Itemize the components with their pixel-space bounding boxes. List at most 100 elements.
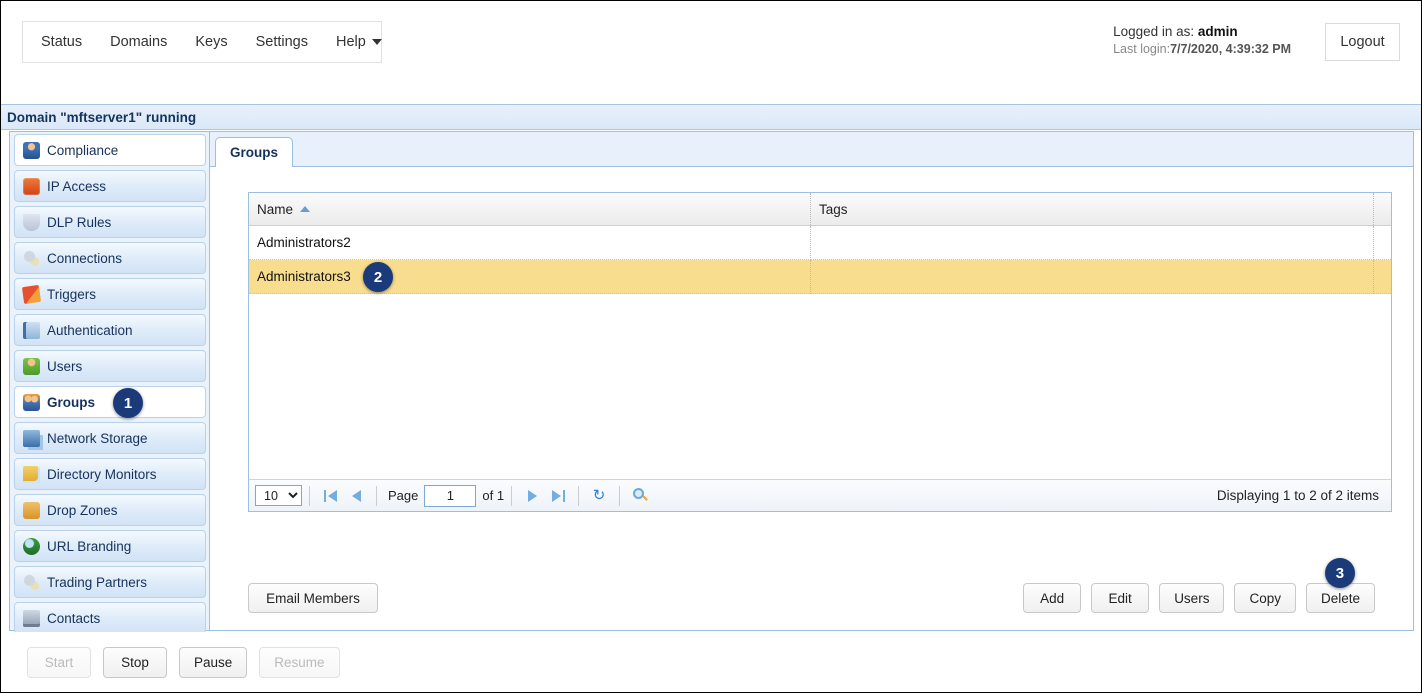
delete-button-wrapper: Delete 3 bbox=[1305, 558, 1375, 613]
users-button[interactable]: Users bbox=[1159, 583, 1225, 613]
page-total-label: of 1 bbox=[482, 488, 505, 503]
sidebar-item-groups[interactable]: Groups 1 bbox=[14, 386, 206, 418]
cell-tags bbox=[811, 260, 1374, 294]
add-button[interactable]: Add bbox=[1023, 583, 1082, 613]
menu-item-domains[interactable]: Domains bbox=[96, 22, 181, 62]
next-page-icon[interactable] bbox=[519, 485, 545, 507]
sort-ascending-icon bbox=[300, 206, 311, 212]
compliance-icon bbox=[23, 141, 40, 159]
sidebar-item-authentication[interactable]: Authentication bbox=[14, 314, 206, 346]
sidebar: Compliance IP Access DLP Rules Connectio… bbox=[10, 132, 210, 634]
sidebar-item-users[interactable]: Users bbox=[14, 350, 206, 382]
logged-in-as: Logged in as: admin bbox=[1113, 23, 1291, 41]
sidebar-item-url-branding[interactable]: URL Branding bbox=[14, 530, 206, 562]
sidebar-item-triggers[interactable]: Triggers bbox=[14, 278, 206, 310]
grid-empty-space bbox=[249, 328, 1391, 479]
sidebar-item-label: Contacts bbox=[47, 610, 101, 626]
sidebar-item-label: Groups bbox=[47, 394, 96, 410]
gears-icon bbox=[23, 249, 40, 267]
menu-item-settings[interactable]: Settings bbox=[242, 22, 322, 62]
search-icon[interactable] bbox=[627, 485, 653, 507]
grid-action-buttons: Add Edit Users Copy Delete 3 bbox=[1023, 558, 1375, 613]
user-icon bbox=[23, 357, 40, 375]
gears-icon bbox=[23, 573, 40, 591]
pager-divider bbox=[309, 485, 310, 506]
sidebar-item-label: Directory Monitors bbox=[47, 466, 157, 482]
domain-status-text: Domain "mftserver1" running bbox=[7, 109, 197, 125]
edit-button[interactable]: Edit bbox=[1091, 583, 1150, 613]
grid-header-row: Name Tags bbox=[249, 193, 1391, 226]
cell-name: Administrators3 bbox=[249, 260, 811, 294]
stop-button[interactable]: Stop bbox=[103, 646, 167, 678]
previous-page-icon[interactable] bbox=[343, 485, 369, 507]
sidebar-item-dlp-rules[interactable]: DLP Rules bbox=[14, 206, 206, 238]
top-bar: Status Domains Keys Settings Help Logged… bbox=[1, 1, 1421, 85]
sidebar-item-label: Network Storage bbox=[47, 430, 148, 446]
sidebar-item-contacts[interactable]: Contacts bbox=[14, 602, 206, 634]
sidebar-item-label: Users bbox=[47, 358, 83, 374]
callout-badge-2: 2 bbox=[363, 262, 393, 292]
page-size-select[interactable]: 10 bbox=[255, 485, 302, 506]
groups-grid: Name Tags Administrators2 Administrators… bbox=[248, 192, 1392, 512]
grid-row-administrators3[interactable]: Administrators3 2 bbox=[249, 260, 1391, 294]
chevron-down-icon bbox=[371, 39, 382, 45]
start-button[interactable]: Start bbox=[27, 646, 91, 678]
tab-groups[interactable]: Groups bbox=[215, 137, 294, 167]
refresh-icon[interactable]: ↻ bbox=[586, 485, 612, 507]
sidebar-item-drop-zones[interactable]: Drop Zones bbox=[14, 494, 206, 526]
sidebar-item-label: Compliance bbox=[47, 142, 119, 158]
menu-item-label: Status bbox=[41, 34, 83, 50]
page-number-input[interactable] bbox=[424, 484, 477, 507]
email-members-button[interactable]: Email Members bbox=[248, 583, 378, 613]
ip-access-icon bbox=[23, 177, 40, 195]
menu-item-label: Settings bbox=[255, 34, 308, 50]
pager-divider bbox=[578, 485, 580, 506]
sidebar-item-label: URL Branding bbox=[47, 538, 132, 554]
menu-item-keys[interactable]: Keys bbox=[181, 22, 241, 62]
groups-icon bbox=[23, 393, 40, 411]
grid-row-administrators2[interactable]: Administrators2 bbox=[249, 226, 1391, 260]
cell-name: Administrators2 bbox=[249, 226, 811, 260]
pager-divider bbox=[619, 485, 621, 506]
application-window: Status Domains Keys Settings Help Logged… bbox=[0, 0, 1422, 693]
sidebar-item-label: IP Access bbox=[47, 178, 107, 194]
cell-tags bbox=[811, 226, 1374, 260]
last-login-value: 7/7/2020, 4:39:32 PM bbox=[1170, 42, 1291, 56]
network-storage-icon bbox=[23, 429, 40, 447]
resume-button[interactable]: Resume bbox=[259, 646, 340, 678]
logged-in-as-label: Logged in as: bbox=[1113, 24, 1198, 39]
pause-button[interactable]: Pause bbox=[179, 646, 248, 678]
column-header-name[interactable]: Name bbox=[249, 193, 811, 225]
domain-status-bar: Domain "mftserver1" running bbox=[1, 104, 1421, 130]
copy-button[interactable]: Copy bbox=[1234, 583, 1296, 613]
pager-divider bbox=[376, 485, 377, 506]
sidebar-item-compliance[interactable]: Compliance bbox=[14, 134, 206, 166]
sidebar-item-trading-partners[interactable]: Trading Partners bbox=[14, 566, 206, 598]
sidebar-item-network-storage[interactable]: Network Storage bbox=[14, 422, 206, 454]
column-header-tags[interactable]: Tags bbox=[811, 193, 1374, 225]
menu-item-status[interactable]: Status bbox=[23, 22, 96, 62]
menu-item-label: Keys bbox=[195, 34, 228, 50]
callout-badge-1: 1 bbox=[113, 388, 143, 418]
logout-button[interactable]: Logout bbox=[1325, 23, 1400, 61]
sidebar-item-label: Authentication bbox=[47, 322, 133, 338]
sidebar-item-label: Trading Partners bbox=[47, 574, 148, 590]
menu-item-help[interactable]: Help bbox=[322, 22, 396, 62]
globe-icon bbox=[23, 537, 40, 555]
content-area: Groups Name Tags Administrators2 Adminis… bbox=[210, 132, 1413, 630]
menu-item-label: Domains bbox=[110, 34, 168, 50]
cell-spacer bbox=[1374, 260, 1391, 294]
sidebar-item-ip-access[interactable]: IP Access bbox=[14, 170, 206, 202]
sidebar-item-label: Triggers bbox=[47, 286, 97, 302]
drop-zone-icon bbox=[23, 501, 40, 519]
domain-control-bar: Start Stop Pause Resume bbox=[1, 632, 1421, 692]
panel-body: Name Tags Administrators2 Administrators… bbox=[210, 167, 1413, 630]
username-value: admin bbox=[1197, 24, 1238, 39]
tab-strip: Groups bbox=[210, 132, 1413, 167]
sidebar-item-label: DLP Rules bbox=[47, 214, 112, 230]
contacts-icon bbox=[23, 609, 40, 627]
first-page-icon[interactable] bbox=[317, 485, 343, 507]
last-page-icon[interactable] bbox=[545, 485, 571, 507]
sidebar-item-connections[interactable]: Connections bbox=[14, 242, 206, 274]
sidebar-item-directory-monitors[interactable]: Directory Monitors bbox=[14, 458, 206, 490]
